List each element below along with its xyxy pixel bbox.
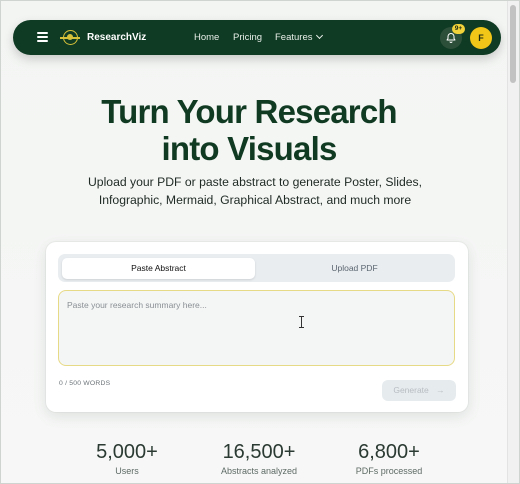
stat-pdfs: 6,800+ PDFs processed — [329, 442, 449, 476]
tab-upload-pdf[interactable]: Upload PDF — [258, 258, 451, 279]
top-navbar: ResearchViz Home Pricing Features 9+ F — [13, 20, 501, 55]
abstract-placeholder: Paste your research summary here... — [67, 300, 207, 310]
hero-title: Turn Your Research into Visuals — [1, 93, 497, 167]
page: ResearchViz Home Pricing Features 9+ F T… — [1, 1, 508, 483]
hero-subtitle: Upload your PDF or paste abstract to gen… — [88, 175, 422, 207]
input-mode-tabs: Paste Abstract Upload PDF — [58, 254, 455, 282]
input-card: Paste Abstract Upload PDF Paste your res… — [46, 242, 468, 412]
nav-home-link[interactable]: Home — [194, 30, 219, 45]
text-cursor-icon — [299, 316, 304, 328]
abstract-textarea[interactable]: Paste your research summary here... — [58, 290, 455, 366]
stat-label: Users — [115, 466, 139, 476]
stat-users: 5,000+ Users — [67, 442, 187, 476]
logo-icon[interactable] — [60, 30, 80, 45]
tab-paste-abstract[interactable]: Paste Abstract — [62, 258, 255, 279]
scrollbar-thumb[interactable] — [510, 5, 516, 83]
nav-features-label: Features — [275, 32, 313, 43]
hero-title-line-1: Turn Your Research — [101, 93, 397, 130]
nav-pricing-link[interactable]: Pricing — [233, 30, 262, 45]
generate-label: Generate — [393, 385, 429, 395]
stat-label: Abstracts analyzed — [220, 466, 298, 476]
vertical-scrollbar[interactable] — [507, 1, 519, 483]
menu-icon[interactable] — [37, 32, 49, 42]
stat-label: PDFs processed — [355, 466, 423, 476]
notification-badge: 9+ — [452, 24, 465, 34]
arrow-right-icon: → — [436, 385, 445, 395]
stat-abstracts: 16,500+ Abstracts analyzed — [199, 442, 319, 476]
brand-name[interactable]: ResearchViz — [87, 30, 146, 45]
generate-button[interactable]: Generate → — [382, 380, 456, 401]
nav-features-dropdown[interactable]: Features — [275, 30, 323, 45]
stat-value: 5,000+ — [96, 441, 158, 463]
hero-title-line-2: into Visuals — [161, 130, 337, 167]
chevron-down-icon — [315, 31, 323, 40]
word-count: 0 / 500 WORDS — [59, 380, 111, 387]
stat-value: 16,500+ — [222, 441, 296, 463]
stat-value: 6,800+ — [358, 441, 420, 463]
user-avatar[interactable]: F — [470, 27, 492, 49]
